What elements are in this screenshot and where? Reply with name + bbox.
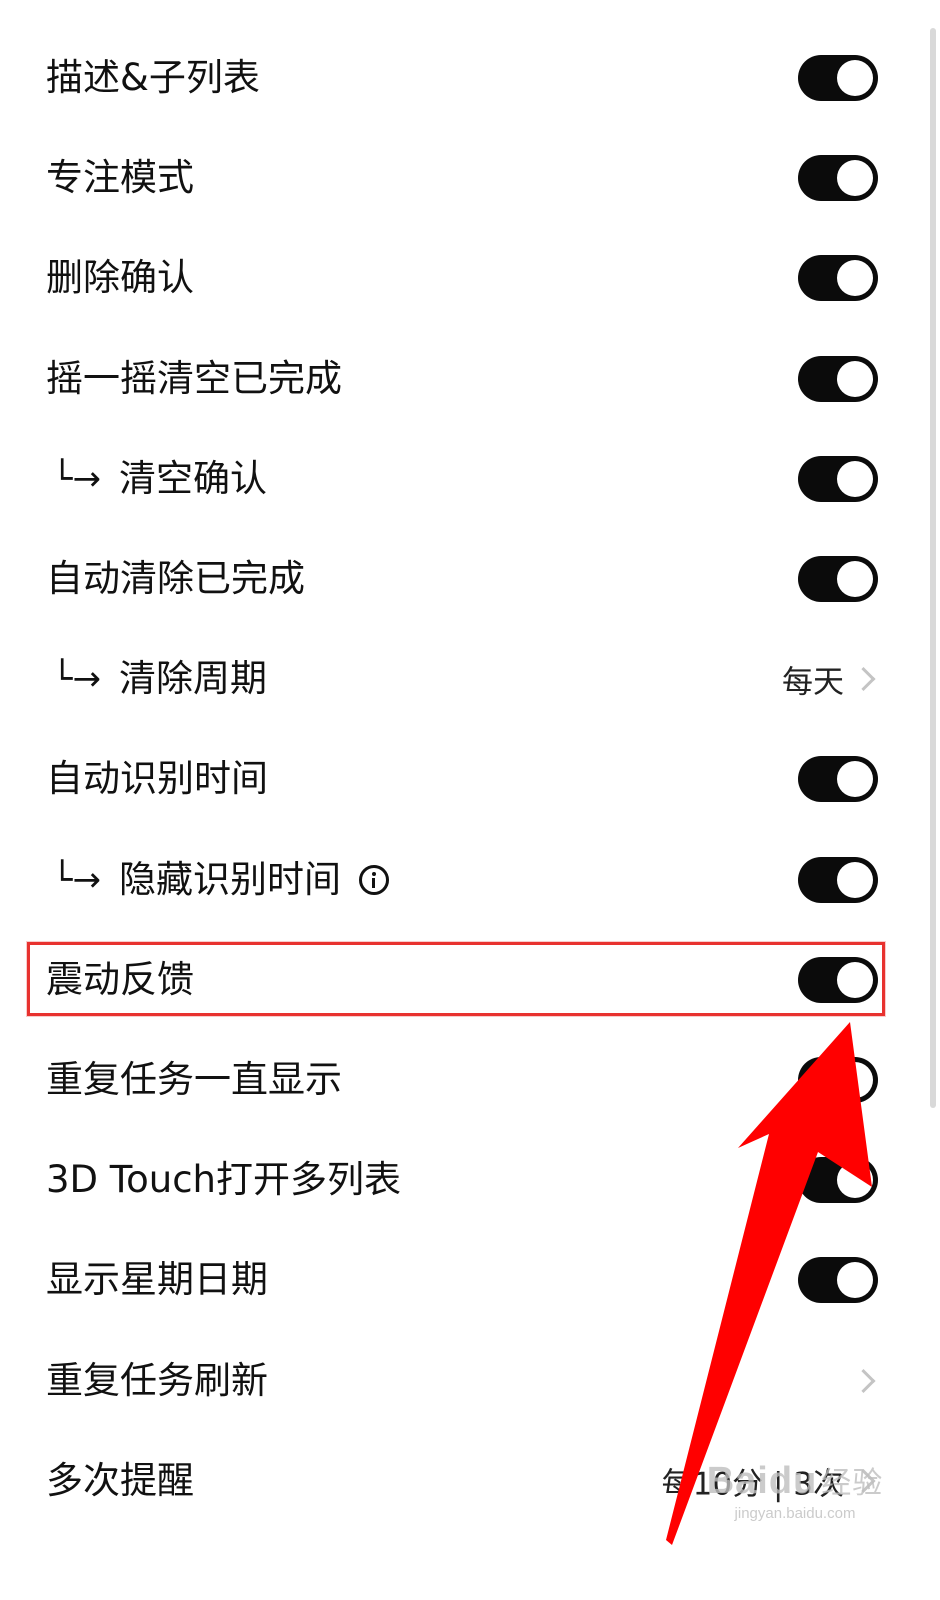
- clear-confirm-toggle[interactable]: [798, 455, 878, 502]
- description-sublist-toggle[interactable]: [798, 55, 878, 102]
- settings-row-hide-detected-time[interactable]: └→ 隐藏识别时间: [0, 830, 940, 930]
- settings-row-clear-period[interactable]: └→ 清除周期 每天: [0, 629, 940, 729]
- delete-confirm-toggle[interactable]: [798, 255, 878, 302]
- row-label: └→ 清空确认: [52, 457, 267, 501]
- toggle-knob: [837, 1262, 873, 1299]
- focus-mode-toggle[interactable]: [798, 155, 878, 202]
- row-label: 自动识别时间: [46, 757, 268, 801]
- shake-clear-toggle[interactable]: [798, 355, 878, 402]
- toggle-knob: [837, 961, 873, 998]
- settings-row-description-sublist[interactable]: 描述&子列表: [0, 28, 940, 128]
- settings-row-3d-touch[interactable]: 3D Touch打开多列表: [0, 1130, 940, 1230]
- chevron-right-icon: [851, 1368, 876, 1393]
- settings-row-shake-clear[interactable]: 摇一摇清空已完成: [0, 329, 940, 429]
- row-label: 多次提醒: [46, 1458, 194, 1502]
- sub-item-arrow-icon: └→: [52, 659, 101, 700]
- settings-row-haptic-feedback[interactable]: 震动反馈: [0, 930, 940, 1030]
- sub-item-arrow-icon: └→: [52, 859, 101, 900]
- row-label: 自动清除已完成: [46, 557, 305, 601]
- clear-period-value: 每天: [782, 664, 844, 701]
- row-label: └→ 隐藏识别时间: [52, 858, 389, 902]
- info-circle-icon[interactable]: [358, 864, 389, 895]
- settings-row-auto-clear[interactable]: 自动清除已完成: [0, 529, 940, 629]
- repeat-always-show-toggle[interactable]: [798, 1056, 878, 1103]
- haptic-feedback-toggle[interactable]: [798, 956, 878, 1003]
- settings-list: 描述&子列表 专注模式 删除确认 摇一摇清空已完成 └→ 清空确认 自动清除已完…: [0, 28, 940, 1531]
- toggle-knob: [837, 561, 873, 598]
- settings-row-clear-confirm[interactable]: └→ 清空确认: [0, 429, 940, 529]
- toggle-knob: [837, 60, 873, 97]
- auto-detect-time-toggle[interactable]: [798, 756, 878, 803]
- row-label: 摇一摇清空已完成: [46, 356, 342, 400]
- watermark-url: jingyan.baidu.com: [734, 1505, 856, 1522]
- row-label: 重复任务刷新: [46, 1358, 268, 1402]
- settings-row-auto-detect-time[interactable]: 自动识别时间: [0, 729, 940, 829]
- row-label: 描述&子列表: [46, 56, 260, 100]
- watermark-logo: Baidu 经验: [706, 1460, 884, 1502]
- toggle-knob: [837, 160, 873, 197]
- toggle-knob: [837, 1061, 873, 1098]
- row-label: 重复任务一直显示: [46, 1057, 342, 1101]
- toggle-knob: [837, 1162, 873, 1199]
- row-label-text: 清除周期: [118, 657, 267, 701]
- settings-row-repeat-always-show[interactable]: 重复任务一直显示: [0, 1030, 940, 1130]
- row-label: 显示星期日期: [46, 1258, 268, 1302]
- row-label: 3D Touch打开多列表: [46, 1158, 401, 1202]
- show-weekday-toggle[interactable]: [798, 1257, 878, 1304]
- row-label-text: 隐藏识别时间: [118, 857, 341, 901]
- settings-row-delete-confirm[interactable]: 删除确认: [0, 228, 940, 328]
- toggle-knob: [837, 761, 873, 798]
- row-label: 震动反馈: [46, 957, 194, 1001]
- auto-clear-toggle[interactable]: [798, 556, 878, 603]
- toggle-knob: [837, 360, 873, 397]
- chevron-right-icon: [851, 667, 876, 692]
- baidu-watermark: Baidu 经验 jingyan.baidu.com: [700, 1458, 890, 1558]
- settings-row-show-weekday[interactable]: 显示星期日期: [0, 1230, 940, 1330]
- scrollbar[interactable]: [930, 28, 936, 1108]
- row-label: 删除确认: [46, 256, 194, 300]
- row-label: 专注模式: [46, 156, 194, 200]
- 3d-touch-toggle[interactable]: [798, 1157, 878, 1204]
- row-label: └→ 清除周期: [52, 657, 267, 701]
- toggle-knob: [837, 861, 873, 898]
- toggle-knob: [837, 460, 873, 497]
- toggle-knob: [837, 260, 873, 297]
- settings-row-focus-mode[interactable]: 专注模式: [0, 128, 940, 228]
- settings-row-repeat-refresh[interactable]: 重复任务刷新: [0, 1330, 940, 1430]
- hide-detected-time-toggle[interactable]: [798, 856, 878, 903]
- row-label-text: 清空确认: [118, 456, 267, 500]
- sub-item-arrow-icon: └→: [52, 458, 101, 499]
